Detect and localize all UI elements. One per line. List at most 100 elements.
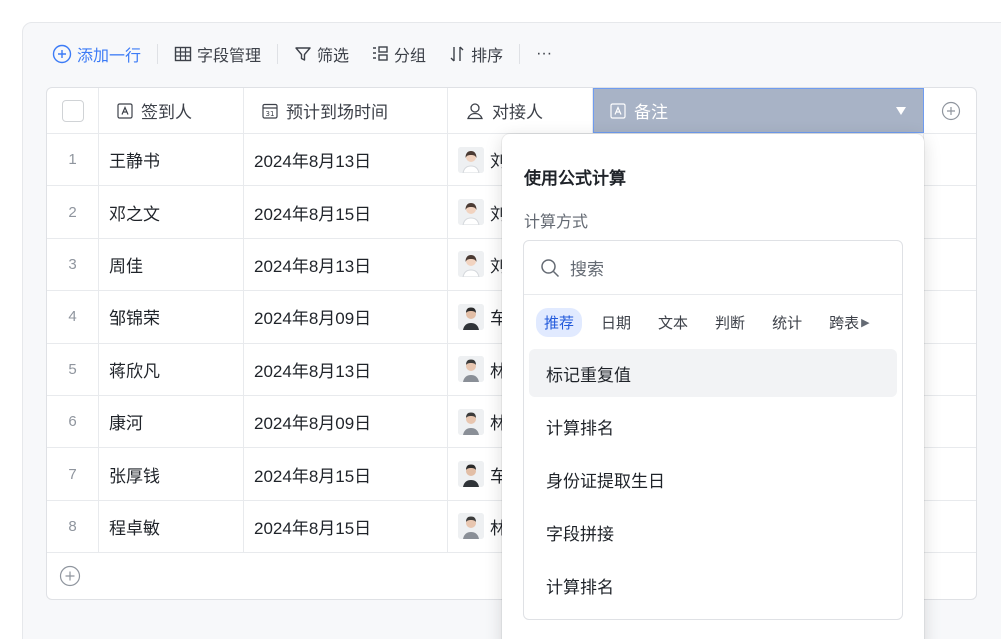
formula-item[interactable]: 计算排名 — [529, 402, 897, 450]
add-row-button[interactable]: 添加一行 — [52, 42, 141, 66]
field-manage-button[interactable]: 字段管理 — [174, 42, 261, 66]
search-placeholder: 搜索 — [570, 260, 604, 279]
toolbar-divider — [519, 44, 521, 64]
row-index: 6 — [47, 396, 99, 448]
more-button[interactable]: ··· — [536, 45, 552, 63]
person-field-icon — [466, 102, 484, 120]
group-button[interactable]: 分组 — [371, 42, 426, 66]
column-label: 预计到场时间 — [286, 103, 388, 122]
arrival-time-cell[interactable]: 2024年8月13日 — [244, 134, 448, 186]
avatar — [458, 461, 484, 488]
column-header-notes[interactable]: 备注 — [593, 88, 924, 133]
date-field-icon: 31 — [262, 103, 278, 119]
row-trailing-cell — [924, 501, 976, 552]
row-index: 2 — [47, 186, 99, 238]
formula-item[interactable]: 标记重复值 — [529, 349, 897, 397]
plus-circle-icon — [52, 44, 72, 64]
arrival-time-cell[interactable]: 2024年8月09日 — [244, 396, 448, 448]
avatar — [458, 251, 484, 278]
tab-recommend[interactable]: 推荐 — [536, 307, 583, 337]
sort-icon — [448, 45, 466, 63]
formula-dropdown: 使用公式计算 计算方式 搜索 推荐 日期 文本 判断 统计 跨表 ▶ 标记重复值… — [502, 134, 924, 639]
avatar — [458, 356, 484, 383]
svg-text:31: 31 — [266, 110, 275, 118]
signer-cell[interactable]: 周佳 — [99, 238, 244, 291]
sort-button[interactable]: 排序 — [448, 42, 503, 66]
arrival-time-cell[interactable]: 2024年8月15日 — [244, 448, 448, 500]
formula-list: 标记重复值 计算排名 身份证提取生日 字段拼接 计算排名 — [529, 349, 897, 614]
formula-search[interactable]: 搜索 — [524, 241, 902, 295]
formula-item[interactable]: 计算排名 — [529, 561, 897, 609]
arrival-time-cell[interactable]: 2024年8月15日 — [244, 186, 448, 238]
row-index: 5 — [47, 343, 99, 395]
dropdown-title: 使用公式计算 — [524, 169, 626, 188]
avatar — [458, 303, 484, 330]
column-label: 对接人 — [492, 103, 543, 122]
sort-label: 排序 — [471, 48, 504, 65]
filter-icon — [294, 45, 312, 63]
column-label: 签到人 — [141, 103, 192, 122]
toolbar: 添加一行 字段管理 筛选 分组 排序 ··· — [52, 42, 552, 66]
signer-cell[interactable]: 王静书 — [99, 134, 244, 186]
table-header-row: 签到人 31 预计到场时间 对接人 备注 — [47, 88, 976, 134]
plus-circle-icon — [59, 565, 81, 587]
tab-logic[interactable]: 判断 — [707, 308, 753, 337]
caret-down-icon[interactable] — [895, 106, 907, 116]
signer-cell[interactable]: 程卓敏 — [99, 500, 244, 553]
select-all-checkbox[interactable] — [61, 99, 84, 122]
dropdown-subtitle: 计算方式 — [524, 214, 589, 231]
formula-picker: 搜索 推荐 日期 文本 判断 统计 跨表 ▶ 标记重复值 计算排名 身份证提取生… — [523, 240, 903, 620]
grid-icon — [174, 45, 192, 63]
arrival-time-cell[interactable]: 2024年8月13日 — [244, 343, 448, 395]
arrival-time-cell[interactable]: 2024年8月15日 — [244, 500, 448, 553]
signer-cell[interactable]: 蒋欣凡 — [99, 343, 244, 395]
tab-cross-table[interactable]: 跨表 — [821, 308, 859, 337]
filter-label: 筛选 — [317, 48, 350, 65]
toolbar-divider — [157, 44, 159, 64]
row-index: 1 — [47, 134, 99, 186]
tab-text[interactable]: 文本 — [650, 308, 696, 337]
select-all-cell — [47, 88, 99, 133]
formula-item[interactable]: 身份证提取生日 — [529, 455, 897, 503]
avatar — [458, 513, 484, 540]
field-manage-label: 字段管理 — [197, 48, 262, 65]
row-trailing-cell — [924, 239, 976, 290]
tab-stats[interactable]: 统计 — [764, 308, 810, 337]
toolbar-divider — [277, 44, 279, 64]
row-index: 7 — [47, 448, 99, 500]
more-icon: ··· — [536, 45, 553, 62]
group-label: 分组 — [394, 48, 427, 65]
avatar — [458, 199, 484, 226]
row-trailing-cell — [924, 448, 976, 499]
tab-date[interactable]: 日期 — [593, 308, 639, 337]
signer-cell[interactable]: 康河 — [99, 396, 244, 448]
row-index: 8 — [47, 500, 99, 553]
formula-item[interactable]: 字段拼接 — [529, 508, 897, 556]
signer-cell[interactable]: 张厚钱 — [99, 448, 244, 500]
row-index: 4 — [47, 291, 99, 343]
column-header-signer[interactable]: 签到人 — [99, 88, 244, 133]
add-row-label: 添加一行 — [77, 48, 142, 65]
column-label: 备注 — [634, 103, 668, 122]
scroll-right-icon[interactable]: ▶ — [861, 316, 869, 329]
row-trailing-cell — [924, 134, 976, 185]
row-index: 3 — [47, 238, 99, 291]
group-icon — [371, 45, 389, 63]
arrival-time-cell[interactable]: 2024年8月13日 — [244, 238, 448, 291]
text-field-icon — [117, 102, 133, 119]
column-header-arrival-time[interactable]: 31 预计到场时间 — [244, 88, 448, 133]
row-trailing-cell — [924, 291, 976, 342]
formula-category-tabs: 推荐 日期 文本 判断 统计 跨表 ▶ — [536, 307, 894, 337]
avatar — [458, 408, 484, 435]
arrival-time-cell[interactable]: 2024年8月09日 — [244, 291, 448, 343]
column-header-contact[interactable]: 对接人 — [448, 88, 593, 133]
row-trailing-cell — [924, 344, 976, 395]
signer-cell[interactable]: 邓之文 — [99, 186, 244, 238]
filter-button[interactable]: 筛选 — [294, 42, 349, 66]
text-field-icon — [610, 102, 626, 119]
avatar — [458, 146, 484, 173]
add-column-icon[interactable] — [941, 101, 961, 121]
row-trailing-cell — [924, 186, 976, 237]
signer-cell[interactable]: 邹锦荣 — [99, 291, 244, 343]
add-row-inline[interactable] — [59, 565, 81, 592]
